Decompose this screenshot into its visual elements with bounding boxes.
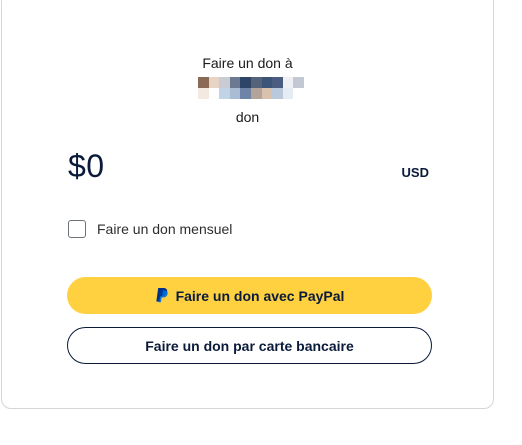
monthly-donation-checkbox[interactable] xyxy=(68,220,86,238)
donate-to-label: Faire un don à xyxy=(202,55,293,71)
donate-with-card-button[interactable]: Faire un don par carte bancaire xyxy=(67,327,432,364)
donation-subtitle: don xyxy=(235,109,260,125)
card-button-label: Faire un don par carte bancaire xyxy=(145,337,354,354)
monthly-donation-option[interactable]: Faire un don mensuel xyxy=(68,220,232,238)
donation-card: Faire un don à don $0 USD Faire un don m… xyxy=(1,0,494,409)
monthly-donation-label: Faire un don mensuel xyxy=(97,221,233,237)
currency-label: USD xyxy=(401,165,429,180)
paypal-icon xyxy=(155,287,169,304)
donation-amount[interactable]: $0 xyxy=(68,148,105,185)
organization-name-redacted xyxy=(198,77,304,99)
donate-with-paypal-button[interactable]: Faire un don avec PayPal xyxy=(67,277,432,314)
paypal-button-label: Faire un don avec PayPal xyxy=(175,287,345,304)
